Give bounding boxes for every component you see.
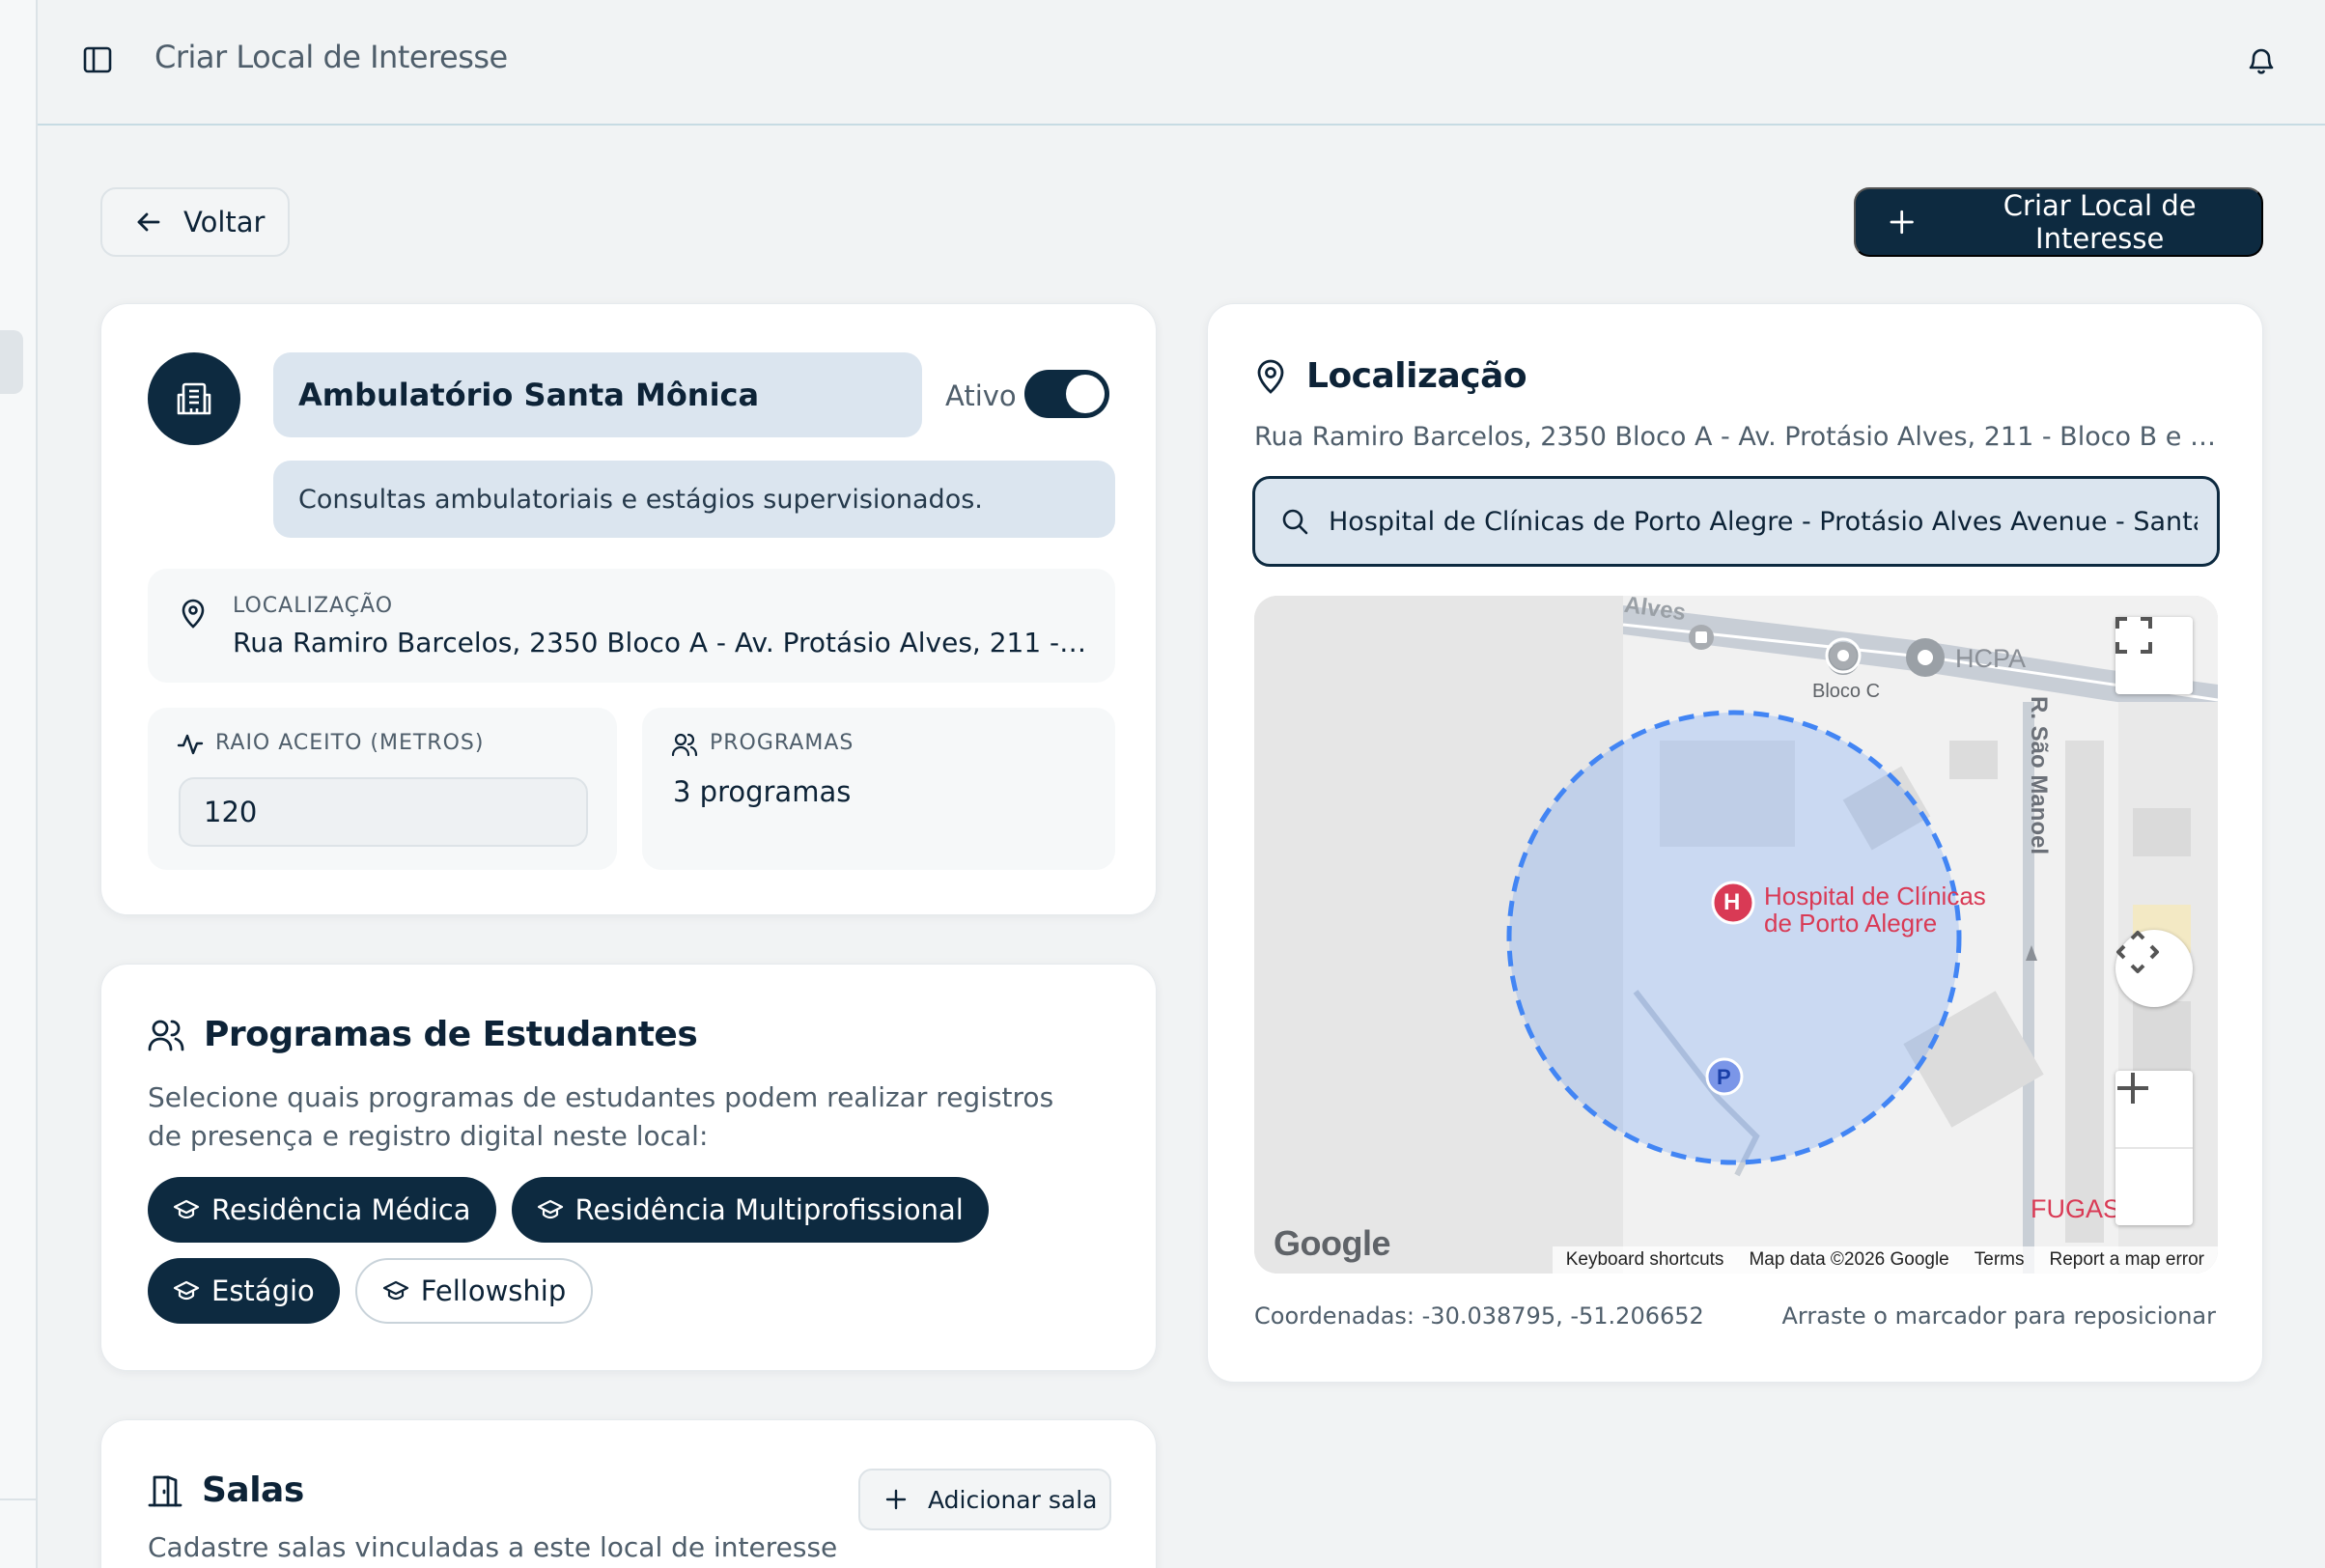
- programs-label: PROGRAMAS: [710, 731, 854, 755]
- place-name-input[interactable]: Ambulatório Santa Mônica: [273, 352, 922, 437]
- back-button-label: Voltar: [183, 206, 266, 238]
- map-label-hcpa: HCPA: [1955, 644, 2027, 673]
- rooms-header: Salas: [148, 1470, 304, 1510]
- plus-icon: [1890, 210, 1914, 235]
- map-canvas: [1254, 596, 2218, 1274]
- graduation-cap-icon: [382, 1280, 408, 1301]
- keyboard-shortcuts-link[interactable]: Keyboard shortcuts: [1566, 1249, 1724, 1271]
- parking-pin-letter: P: [1717, 1065, 1731, 1089]
- program-chip-label: Fellowship: [420, 1274, 567, 1307]
- add-room-button[interactable]: Adicionar sala: [858, 1469, 1111, 1530]
- map-search-box[interactable]: [1252, 476, 2220, 567]
- map-address: Rua Ramiro Barcelos, 2350 Bloco A - Av. …: [1254, 422, 2220, 452]
- radius-label: RAIO ACEITO (METROS): [215, 731, 485, 755]
- add-room-button-label: Adicionar sala: [928, 1485, 1098, 1514]
- map-header: Localização: [1254, 356, 1527, 396]
- map-data-attribution: Map data ©2026 Google: [1749, 1249, 1949, 1270]
- create-place-button-label: Criar Local de Interesse: [2003, 189, 2197, 255]
- plus-icon: [885, 1489, 907, 1510]
- radius-input[interactable]: 120: [179, 777, 588, 847]
- rooms-title: Salas: [202, 1470, 304, 1510]
- program-chip-residencia-multiprofissional[interactable]: Residência Multiprofissional: [511, 1177, 989, 1243]
- rooms-subtitle: Cadastre salas vinculadas a este local d…: [148, 1531, 838, 1563]
- pan-arrows-icon: [2116, 931, 2159, 973]
- map-label-hospital-line2: de Porto Alegre: [1764, 909, 1938, 938]
- rooms-card: Salas Adicionar sala Cadastre salas vinc…: [100, 1419, 1157, 1568]
- door-icon: [148, 1475, 182, 1506]
- map-search-input[interactable]: [1329, 506, 2198, 537]
- map-coordinates: Coordenadas: -30.038795, -51.206652: [1254, 1302, 1704, 1330]
- program-chip-list: Residência Médica Residência Multiprofis…: [148, 1177, 1075, 1324]
- hospital-pin-letter: H: [1723, 889, 1741, 915]
- map-pin-icon: [1257, 359, 1284, 394]
- terms-link[interactable]: Terms: [1975, 1249, 2025, 1271]
- program-chip-label: Estágio: [211, 1274, 315, 1307]
- zoom-out-button[interactable]: [2115, 1086, 2193, 1224]
- map-view[interactable]: Alves HCPA Bloco C R. São Manoel H Hospi…: [1254, 596, 2218, 1274]
- active-label: Ativo: [945, 379, 1017, 412]
- programs-count-box: PROGRAMAS 3 programas: [642, 708, 1115, 870]
- map-drag-hint: Arraste o marcador para reposicionar: [1781, 1302, 2216, 1330]
- location-map-card: Localização Rua Ramiro Barcelos, 2350 Bl…: [1207, 303, 2263, 1383]
- location-label: LOCALIZAÇÃO: [233, 594, 394, 618]
- graduation-cap-icon: [173, 1280, 200, 1301]
- programs-title: Programas de Estudantes: [204, 1015, 698, 1054]
- activity-icon: [177, 734, 204, 755]
- radius-box: RAIO ACEITO (METROS) 120: [148, 708, 617, 870]
- program-chip-fellowship[interactable]: Fellowship: [354, 1258, 594, 1324]
- program-chip-residencia-medica[interactable]: Residência Médica: [148, 1177, 496, 1243]
- place-description-input[interactable]: Consultas ambulatoriais e estágios super…: [273, 461, 1115, 538]
- sidebar-collapsed: [0, 0, 38, 1568]
- map-pan-control[interactable]: [2115, 930, 2193, 1007]
- building-icon: [177, 382, 211, 415]
- map-pin-icon: [182, 599, 205, 629]
- graduation-cap-icon: [537, 1199, 563, 1219]
- page-title: Criar Local de Interesse: [154, 39, 508, 75]
- map-label-hospital-line1: Hospital de Clínicas: [1764, 882, 1986, 910]
- map-label-fugas: FUGAS: [2031, 1194, 2121, 1223]
- location-value: Rua Ramiro Barcelos, 2350 Bloco A - Av. …: [233, 627, 1092, 658]
- location-summary: LOCALIZAÇÃO Rua Ramiro Barcelos, 2350 Bl…: [148, 569, 1115, 683]
- map-fullscreen-button[interactable]: [2115, 617, 2193, 694]
- programs-value: 3 programas: [673, 775, 852, 808]
- bell-icon[interactable]: [2246, 44, 2277, 77]
- google-logo: Google: [1274, 1223, 1391, 1263]
- fullscreen-icon: [2115, 617, 2152, 654]
- map-zoom-controls: [2115, 1071, 2193, 1225]
- top-bar: Criar Local de Interesse: [38, 0, 2325, 126]
- place-avatar: [148, 352, 240, 445]
- minus-icon: [2117, 1086, 2148, 1090]
- program-chip-label: Residência Médica: [211, 1193, 471, 1226]
- programs-subtitle: Selecione quais programas de estudantes …: [148, 1081, 1054, 1152]
- arrow-left-icon: [137, 212, 160, 232]
- student-programs-card: Programas de Estudantes Selecione quais …: [100, 964, 1157, 1371]
- search-icon: [1282, 509, 1308, 535]
- back-button[interactable]: Voltar: [100, 187, 290, 257]
- create-place-button[interactable]: Criar Local de Interesse: [1854, 187, 2263, 257]
- toggle-knob: [1066, 375, 1105, 413]
- sidebar-active-indicator[interactable]: [0, 330, 23, 394]
- report-map-error-link[interactable]: Report a map error: [2049, 1249, 2204, 1271]
- sidebar-toggle-icon[interactable]: [82, 44, 113, 75]
- place-info-card: Ambulatório Santa Mônica Ativo Consultas…: [100, 303, 1157, 915]
- programs-header: Programas de Estudantes: [148, 1015, 698, 1054]
- map-street-label-right: R. São Manoel: [2026, 696, 2052, 855]
- sidebar-divider: [0, 1498, 38, 1500]
- active-toggle[interactable]: [1024, 370, 1109, 418]
- map-label-bloco-c: Bloco C: [1812, 681, 1881, 702]
- users-icon: [148, 1020, 184, 1050]
- map-attribution-bar: Keyboard shortcuts Map data ©2026 Google…: [1552, 1246, 2218, 1274]
- graduation-cap-icon: [173, 1199, 200, 1219]
- program-chip-label: Residência Multiprofissional: [574, 1193, 964, 1226]
- map-title: Localização: [1306, 356, 1527, 396]
- program-chip-estagio[interactable]: Estágio: [148, 1258, 340, 1324]
- users-icon: [671, 733, 698, 757]
